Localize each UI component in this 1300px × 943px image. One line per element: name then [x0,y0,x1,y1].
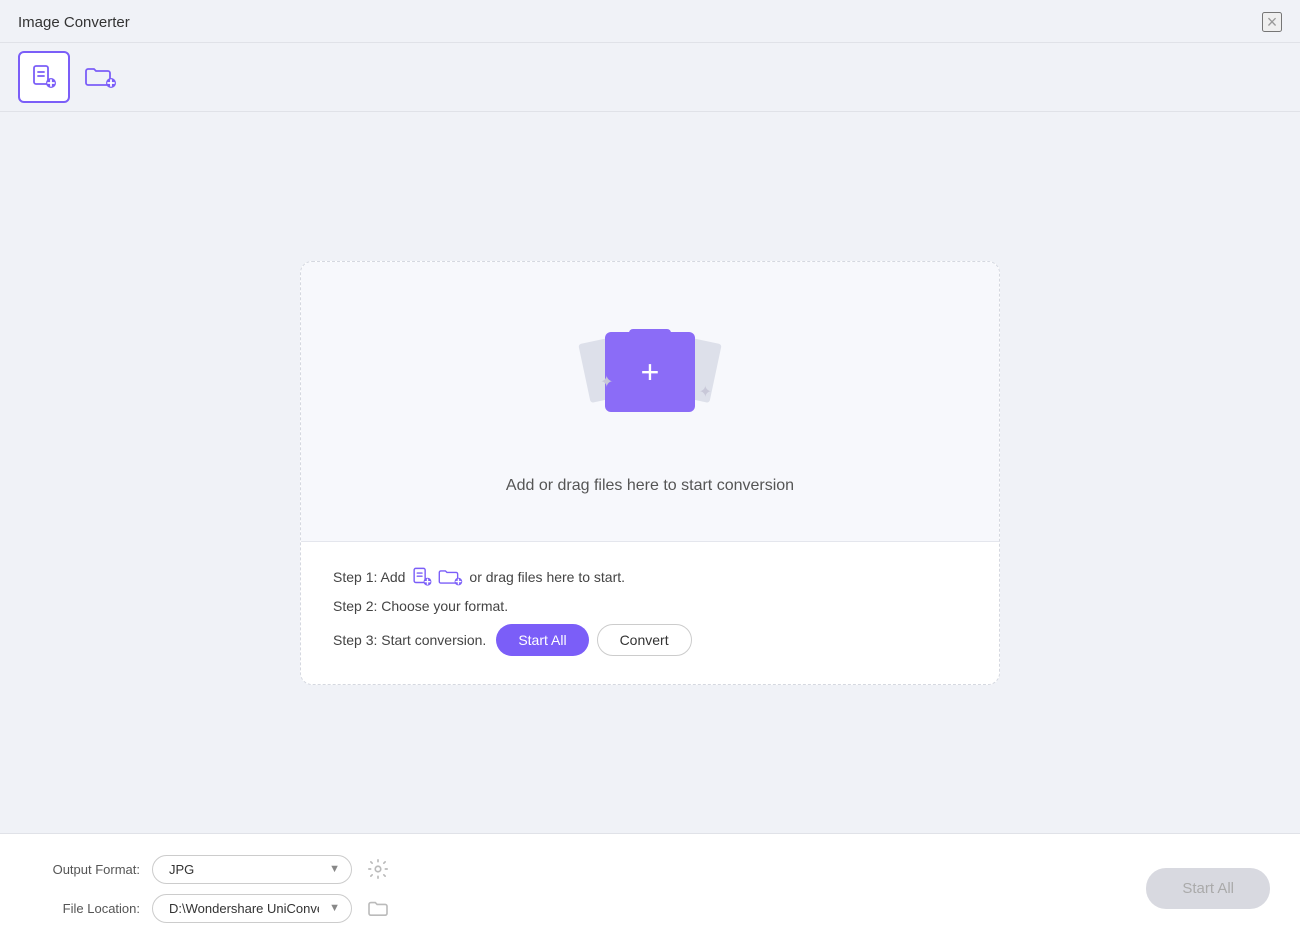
step-3-prefix: Step 3: Start conversion. [333,632,486,648]
step-1-row: Step 1: Add [333,566,967,588]
folder-plus-icon: + [641,356,660,388]
app-title: Image Converter [18,14,130,31]
step-2-text: Step 2: Choose your format. [333,598,508,614]
title-bar-left: Image Converter [18,14,130,31]
output-format-label: Output Format: [30,862,140,877]
convert-button[interactable]: Convert [597,624,692,656]
drop-zone[interactable]: + ✦ ✦ Add or drag files here to start co… [301,262,999,542]
output-format-row: Output Format: JPG PNG BMP GIF TIFF WEBP… [30,855,392,884]
output-format-select-wrapper: JPG PNG BMP GIF TIFF WEBP ▼ [152,855,352,884]
folder-body: + [605,332,695,412]
sparkle-right: ✦ [699,382,712,402]
output-format-settings-icon[interactable] [364,855,392,883]
add-file-icon [30,63,58,91]
steps-section: Step 1: Add [301,542,999,684]
app-window: Image Converter × [0,0,1300,943]
output-format-select[interactable]: JPG PNG BMP GIF TIFF WEBP [152,855,352,884]
title-bar: Image Converter × [0,0,1300,43]
step-1-suffix: or drag files here to start. [469,569,625,585]
settings-gear-icon [367,858,389,880]
step-1-icons [411,566,463,588]
main-card: + ✦ ✦ Add or drag files here to start co… [300,261,1000,685]
step-add-file-icon [411,566,433,588]
file-location-row: File Location: D:\Wondershare UniConvert… [30,894,392,923]
folder-open-icon [367,899,389,917]
folder-illustration: + ✦ ✦ [570,317,730,447]
file-location-folder-icon[interactable] [364,894,392,922]
sparkle-left: ✦ [600,372,613,392]
start-all-button[interactable]: Start All [496,624,588,656]
close-button[interactable]: × [1262,12,1282,32]
step-add-folder-icon [437,566,463,588]
drop-instruction: Add or drag files here to start conversi… [506,477,794,495]
content-area: + ✦ ✦ Add or drag files here to start co… [0,112,1300,943]
step-2-row: Step 2: Choose your format. [333,598,967,614]
add-folder-icon [83,63,117,91]
add-folder-button[interactable] [74,51,126,103]
step-3-row: Step 3: Start conversion. Start All Conv… [333,624,967,656]
step-1-prefix: Step 1: Add [333,569,405,585]
add-file-button[interactable] [18,51,70,103]
file-location-label: File Location: [30,901,140,916]
file-location-select[interactable]: D:\Wondershare UniConverter 15\Im [152,894,352,923]
toolbar [0,43,1300,112]
bottom-bar: Output Format: JPG PNG BMP GIF TIFF WEBP… [0,833,1300,943]
file-location-select-wrapper: D:\Wondershare UniConverter 15\Im ▼ [152,894,352,923]
bottom-fields: Output Format: JPG PNG BMP GIF TIFF WEBP… [30,855,392,923]
start-all-bottom-button[interactable]: Start All [1146,868,1270,909]
